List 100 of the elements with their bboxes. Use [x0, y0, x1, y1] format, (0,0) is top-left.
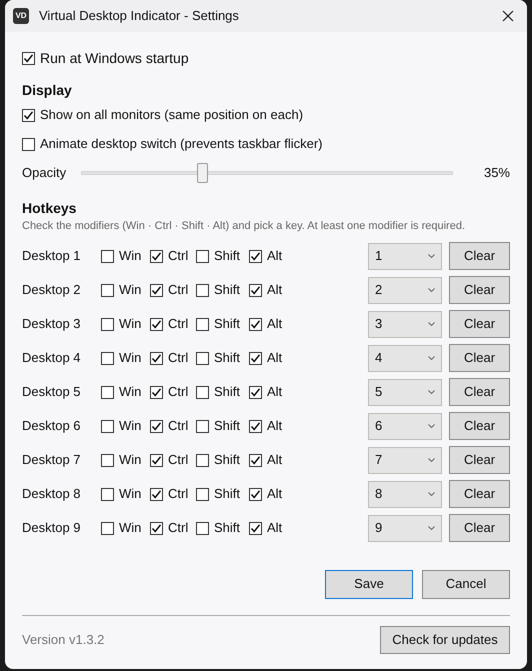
checkbox-label: Win	[119, 247, 142, 266]
checkbox[interactable]	[22, 108, 35, 122]
checkbox[interactable]	[22, 52, 35, 64]
key-dropdown[interactable]: 3	[368, 310, 442, 338]
checkbox[interactable]	[196, 420, 209, 432]
checkbox[interactable]	[249, 488, 262, 500]
clear-button[interactable]: Clear	[449, 378, 510, 406]
desktop-label: Desktop 7	[22, 451, 82, 470]
clear-button[interactable]: Clear	[449, 514, 510, 542]
opacity-slider[interactable]	[81, 163, 453, 183]
checkbox-label: Win	[119, 485, 142, 504]
key-dropdown[interactable]: 1	[368, 242, 442, 270]
checkbox[interactable]	[150, 454, 163, 466]
checkbox[interactable]	[150, 522, 163, 534]
checkbox-label: Shift	[214, 519, 240, 538]
checkbox[interactable]	[196, 284, 209, 296]
chevron-down-icon	[428, 356, 435, 360]
checkbox[interactable]	[150, 386, 163, 398]
checkbox[interactable]	[101, 386, 114, 398]
checkbox[interactable]	[249, 420, 262, 432]
checkbox[interactable]	[101, 250, 114, 262]
checkbox[interactable]	[196, 250, 209, 262]
window-title: Virtual Desktop Indicator - Settings	[39, 7, 239, 26]
checkbox-label: Alt	[267, 417, 282, 436]
checkbox[interactable]	[150, 250, 163, 262]
desktop-label: Desktop 4	[22, 349, 82, 368]
checkbox[interactable]	[22, 138, 35, 150]
clear-button[interactable]: Clear	[449, 276, 510, 304]
checkbox[interactable]	[249, 522, 262, 534]
chevron-down-icon	[428, 492, 435, 496]
checkbox[interactable]	[101, 488, 114, 500]
desktop-label: Desktop 9	[22, 519, 82, 538]
clear-button[interactable]: Clear	[449, 480, 510, 508]
checkbox[interactable]	[196, 352, 209, 364]
checkbox[interactable]	[101, 454, 114, 466]
checkbox-label: Shift	[214, 451, 240, 470]
section-heading: Display	[22, 81, 73, 99]
checkbox[interactable]	[101, 318, 114, 330]
chevron-down-icon	[428, 526, 435, 530]
checkbox[interactable]	[101, 284, 114, 296]
checkbox-label: Ctrl	[168, 349, 188, 368]
checkbox[interactable]	[249, 454, 262, 466]
dialog-button[interactable]: Cancel	[422, 570, 510, 598]
key-dropdown[interactable]: 2	[368, 276, 442, 304]
clear-button[interactable]: Clear	[449, 344, 510, 372]
slider-thumb[interactable]	[196, 163, 208, 183]
checkbox[interactable]	[196, 454, 209, 466]
checkbox[interactable]	[101, 352, 114, 364]
checkbox-label: Shift	[214, 417, 240, 436]
checkbox-label: Alt	[267, 383, 282, 402]
checkbox[interactable]	[101, 522, 114, 534]
check-updates-button[interactable]: Check for updates	[380, 626, 510, 654]
checkbox-label: Ctrl	[168, 247, 188, 266]
key-dropdown[interactable]: 8	[368, 480, 442, 508]
checkbox[interactable]	[150, 420, 163, 432]
key-dropdown[interactable]: 7	[368, 446, 442, 474]
chevron-down-icon	[428, 390, 435, 394]
checkbox-label: Shift	[214, 315, 240, 334]
checkbox-label: Win	[119, 383, 142, 402]
checkbox[interactable]	[150, 318, 163, 330]
clear-button[interactable]: Clear	[449, 310, 510, 338]
checkbox[interactable]	[249, 352, 262, 364]
checkbox-label: Alt	[267, 451, 282, 470]
checkbox[interactable]	[101, 420, 114, 432]
checkbox-label: Ctrl	[168, 519, 188, 538]
checkbox-label: Alt	[267, 315, 282, 334]
checkbox[interactable]	[249, 386, 262, 398]
desktop-label: Desktop 3	[22, 315, 82, 334]
checkbox-label: Ctrl	[168, 417, 188, 436]
checkbox-label: Win	[119, 417, 142, 436]
checkbox[interactable]	[150, 352, 163, 364]
checkbox[interactable]	[249, 250, 262, 262]
checkbox[interactable]	[196, 386, 209, 398]
checkbox[interactable]	[196, 488, 209, 500]
checkbox-label: Show on all monitors (same position on each)	[40, 106, 304, 124]
checkbox-label: Ctrl	[168, 383, 188, 402]
key-dropdown[interactable]: 5	[368, 378, 442, 406]
desktop-label: Desktop 6	[22, 417, 82, 436]
close-icon[interactable]	[502, 10, 514, 22]
checkbox[interactable]	[196, 318, 209, 330]
checkbox-label: Win	[119, 281, 142, 300]
checkbox-label: Shift	[214, 383, 240, 402]
checkbox[interactable]	[150, 284, 163, 296]
key-dropdown[interactable]: 4	[368, 344, 442, 372]
checkbox[interactable]	[150, 488, 163, 500]
checkbox-label: Alt	[267, 485, 282, 504]
key-dropdown[interactable]: 9	[368, 514, 442, 542]
checkbox[interactable]	[249, 284, 262, 296]
clear-button[interactable]: Clear	[449, 242, 510, 270]
checkbox[interactable]	[249, 318, 262, 330]
key-dropdown[interactable]: 6	[368, 412, 442, 440]
checkbox-label: Ctrl	[168, 315, 188, 334]
chevron-down-icon	[428, 254, 435, 258]
checkbox-label: Animate desktop switch (prevents taskbar flicker)	[40, 135, 322, 154]
chevron-down-icon	[428, 458, 435, 462]
checkbox-label: Win	[119, 519, 142, 538]
clear-button[interactable]: Clear	[449, 412, 510, 440]
clear-button[interactable]: Clear	[449, 446, 510, 474]
dialog-button[interactable]: Save	[325, 570, 413, 598]
checkbox[interactable]	[196, 522, 209, 534]
